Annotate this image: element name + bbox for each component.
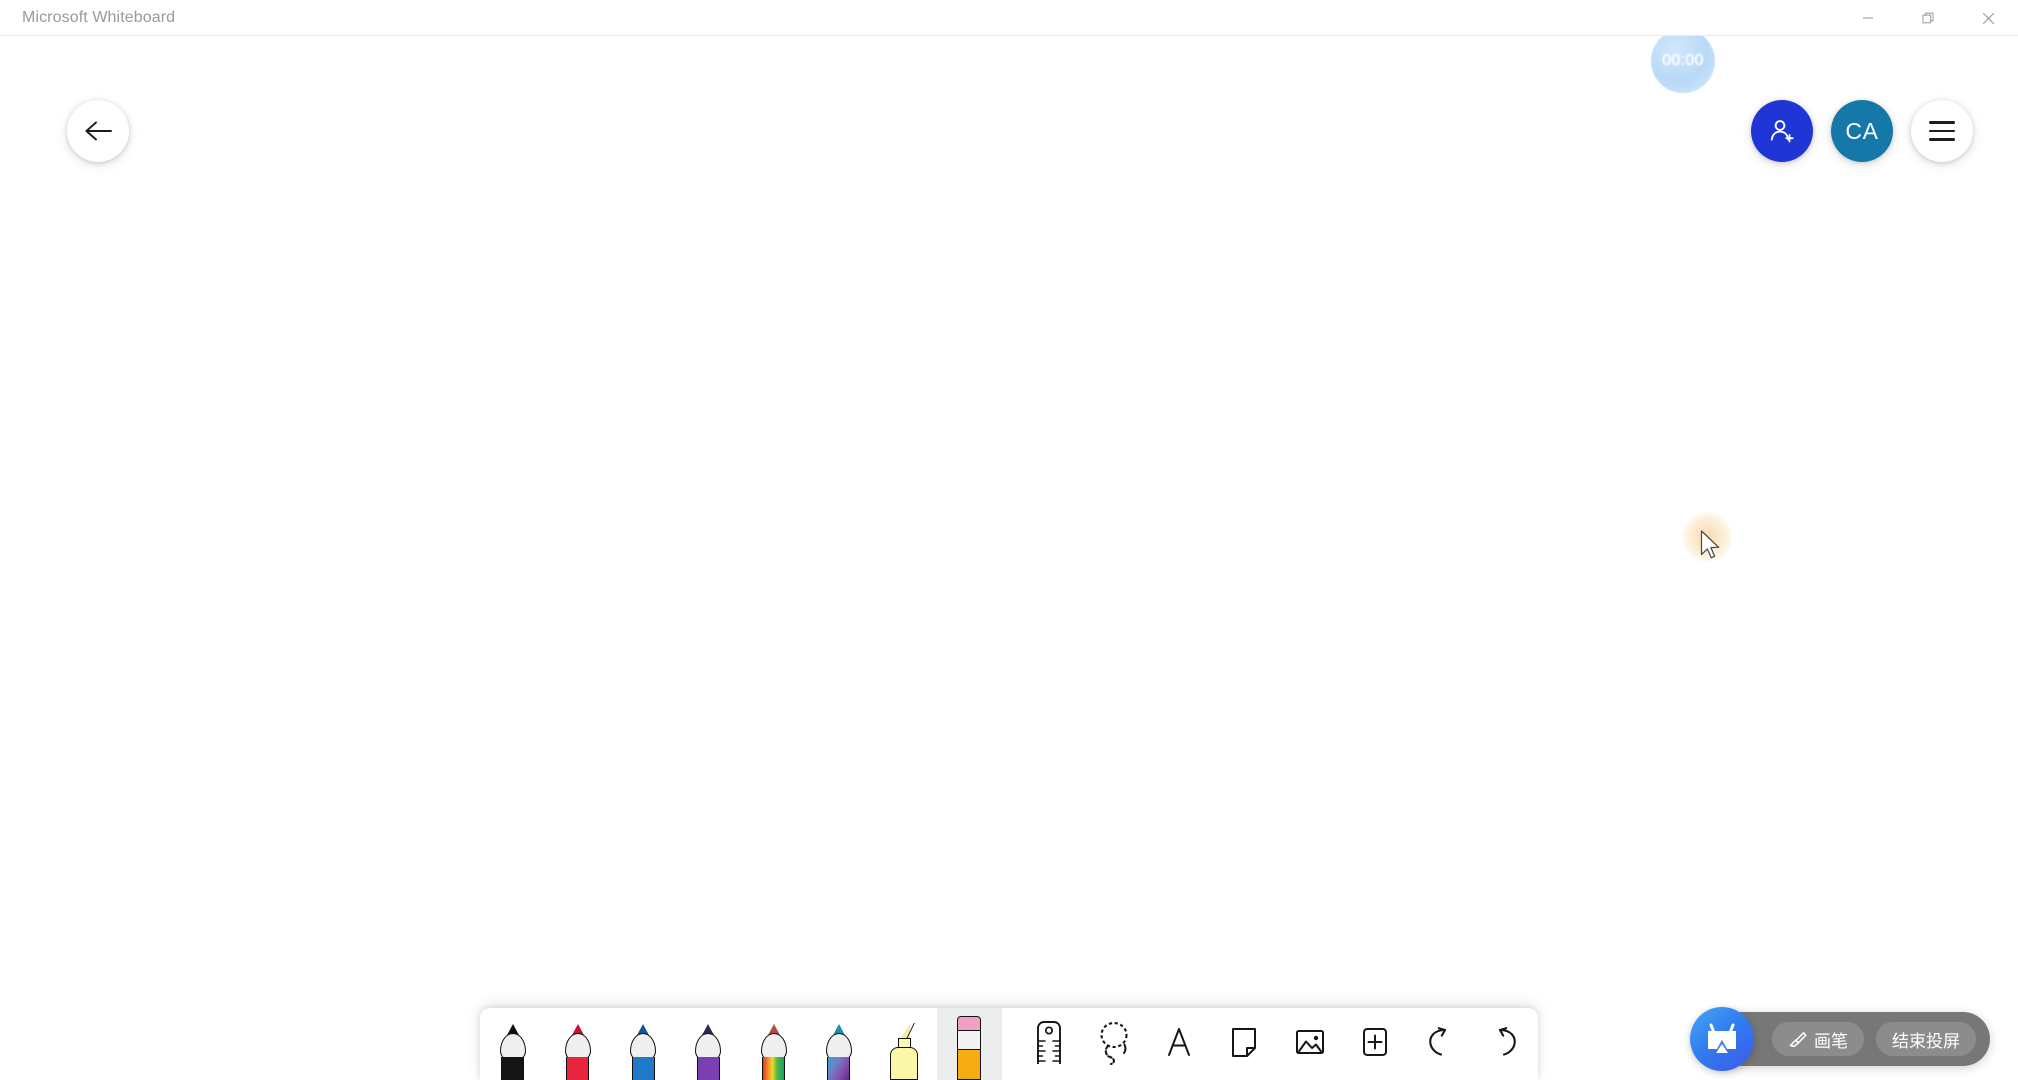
- restore-icon: [1921, 12, 1934, 23]
- pen-black-icon: [498, 1024, 528, 1080]
- cursor-arrow-icon: [1700, 530, 1720, 559]
- note-icon: [1232, 1028, 1257, 1057]
- undo-icon: [1429, 1027, 1447, 1056]
- eraser-icon: [956, 1016, 982, 1080]
- minimize-button[interactable]: [1838, 0, 1898, 36]
- screencast-widget: 画笔 结束投屏: [1690, 1007, 1990, 1071]
- tool-pen-blue[interactable]: [611, 1008, 676, 1080]
- timer-bubble[interactable]: 00:00: [1651, 29, 1715, 93]
- ruler-icon: [1036, 1021, 1061, 1064]
- minimize-icon: [1863, 17, 1873, 19]
- pen-blue-icon: [628, 1024, 658, 1080]
- tool-pen-black[interactable]: [480, 1008, 545, 1080]
- cast-brush-label: 画笔: [1814, 1031, 1848, 1051]
- tool-redo[interactable]: [1473, 1008, 1538, 1080]
- tool-eraser[interactable]: [936, 1008, 1003, 1080]
- arrow-left-icon: [85, 121, 112, 141]
- tool-insert[interactable]: [1342, 1008, 1407, 1080]
- title-bar: Microsoft Whiteboard: [0, 0, 2018, 36]
- pen-galaxy-icon: [824, 1024, 854, 1080]
- tool-text[interactable]: [1147, 1008, 1212, 1080]
- text-a-icon: [1168, 1028, 1191, 1056]
- tool-note[interactable]: [1212, 1008, 1277, 1080]
- tool-pen-galaxy[interactable]: [806, 1008, 871, 1080]
- restore-button[interactable]: [1898, 0, 1958, 36]
- brush-icon: [1789, 1031, 1807, 1047]
- toolbar-divider: [1002, 1008, 1016, 1080]
- window-controls: [1838, 0, 2018, 36]
- pen-purple-icon: [693, 1024, 723, 1080]
- person-add-icon: [1770, 120, 1794, 143]
- tool-highlighter[interactable]: [872, 1008, 937, 1080]
- tool-pen-rainbow[interactable]: [741, 1008, 806, 1080]
- cast-brush-button[interactable]: 画笔: [1772, 1022, 1864, 1056]
- cast-end-button[interactable]: 结束投屏: [1876, 1022, 1976, 1056]
- close-icon: [1982, 12, 1994, 24]
- timer-value: 00:00: [1662, 52, 1704, 69]
- top-right-actions: CA: [1751, 100, 1973, 162]
- tool-pen-purple[interactable]: [676, 1008, 741, 1080]
- app-title: Microsoft Whiteboard: [22, 8, 176, 26]
- hamburger-icon: [1929, 121, 1955, 141]
- back-button[interactable]: [67, 100, 129, 162]
- redo-icon: [1499, 1027, 1517, 1056]
- lasso-icon: [1100, 1021, 1128, 1065]
- tool-pen-red[interactable]: [545, 1008, 610, 1080]
- plus-box-icon: [1362, 1028, 1387, 1056]
- close-button[interactable]: [1958, 0, 2018, 36]
- share-button[interactable]: [1751, 100, 1813, 162]
- avatar-initials: CA: [1845, 117, 1879, 144]
- drawing-toolbar: [480, 1008, 1538, 1080]
- avatar[interactable]: CA: [1831, 100, 1893, 162]
- menu-button[interactable]: [1911, 100, 1973, 162]
- highlighter-icon: [888, 1023, 920, 1080]
- mouse-cursor: [1682, 512, 1732, 569]
- screencast-logo-icon: [1708, 1023, 1736, 1053]
- pen-red-icon: [563, 1024, 593, 1080]
- tool-image[interactable]: [1277, 1008, 1342, 1080]
- tool-ruler[interactable]: [1016, 1008, 1081, 1080]
- cast-end-label: 结束投屏: [1892, 1031, 1960, 1051]
- tool-undo[interactable]: [1408, 1008, 1473, 1080]
- screencast-logo[interactable]: [1690, 1007, 1754, 1071]
- tool-lasso[interactable]: [1081, 1008, 1146, 1080]
- image-icon: [1295, 1030, 1324, 1054]
- pen-rainbow-icon: [759, 1024, 789, 1080]
